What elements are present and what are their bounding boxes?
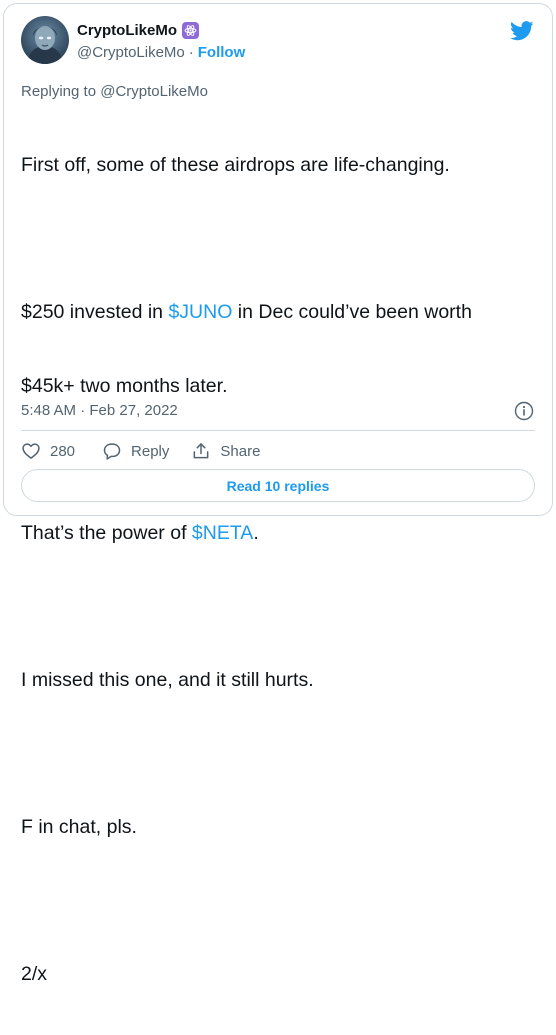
tweet-timestamp[interactable]: 5:48 AM · Feb 27, 2022 [21, 402, 178, 419]
share-button[interactable]: Share [191, 441, 260, 461]
like-button[interactable]: 280 [21, 441, 75, 461]
tweet-text-fragment: $250 invested in [21, 301, 169, 323]
read-replies-button[interactable]: Read 10 replies [21, 469, 535, 502]
tweet-line-5: F in chat, pls. [21, 815, 137, 838]
like-count: 280 [50, 442, 76, 460]
heart-icon [22, 443, 40, 459]
tweet-text-fragment: in Dec could’ve been worth [232, 301, 472, 323]
author-handle-row: @CryptoLikeMo · Follow [77, 44, 245, 61]
author-name-row: CryptoLikeMo [77, 22, 200, 39]
cashtag-juno[interactable]: $JUNO [168, 301, 232, 323]
atom-icon [182, 22, 200, 39]
tweet-paragraph-2-cont: $45k+ two months later. [21, 374, 228, 397]
action-bar: 280 Reply Share [21, 441, 260, 461]
divider [21, 430, 535, 431]
twitter-bird-icon[interactable] [510, 21, 534, 41]
follow-button[interactable]: Follow [198, 44, 246, 61]
tweet-line-1: First off, some of these airdrops are li… [21, 154, 450, 176]
author-handle[interactable]: @CryptoLikeMo [77, 44, 185, 61]
avatar-image [27, 26, 63, 64]
avatar[interactable] [21, 16, 69, 64]
replying-to[interactable]: Replying to @CryptoLikeMo [21, 83, 208, 100]
tweet-text: First off, some of these airdrops are li… [21, 104, 541, 1035]
share-icon [193, 443, 209, 459]
tweet-line-4: I missed this one, and it still hurts. [21, 668, 314, 691]
tweet-text-fragment: . [253, 521, 259, 544]
info-icon[interactable] [514, 401, 534, 421]
reply-button[interactable]: Reply [102, 441, 169, 461]
tweet-paragraph-3: That’s the power of $NETA. [21, 521, 541, 546]
tweet-paragraph-2: $250 invested in $JUNO in Dec could’ve b… [21, 300, 541, 325]
tweet-line-6: 2/x [21, 962, 48, 985]
share-label: Share [220, 442, 261, 460]
separator-dot: · [188, 44, 194, 61]
speech-bubble-icon [103, 443, 121, 460]
tweet-card: CryptoLikeMo @CryptoLikeMo · Follow Repl… [3, 3, 553, 985]
reply-label: Reply [131, 442, 170, 460]
cashtag-neta[interactable]: $NETA [192, 522, 253, 544]
tweet-text-fragment: That’s the power of [21, 521, 192, 544]
author-name[interactable]: CryptoLikeMo [77, 22, 177, 39]
